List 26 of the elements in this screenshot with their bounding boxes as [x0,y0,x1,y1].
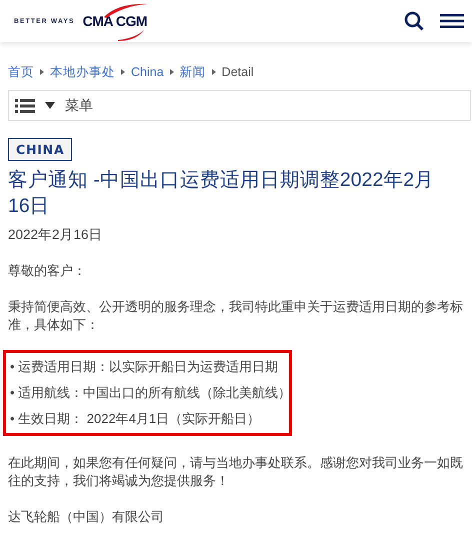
breadcrumb-separator-icon [40,69,44,75]
list-item: • 适用航线：中国出口的所有航线（除北美航线） [10,384,289,402]
menu-label: 菜单 [65,96,93,114]
breadcrumb-link[interactable]: China [131,65,164,79]
breadcrumb-separator-icon [121,69,125,75]
article-date: 2022年2月16日 [8,226,104,244]
list-item: • 生效日期： 2022年4月1日（实际开船日） [10,410,262,428]
paragraph: 在此期间，如果您有任何疑问，请与当地办事处联系。感谢您对我司业务一如既往的支持，我们将竭诚为您提供服务！ [8,454,464,490]
paragraph: 尊敬的客户： [8,262,87,280]
breadcrumb-separator-icon [212,69,216,75]
menu-dropdown[interactable]: 菜单 [8,90,471,121]
logo-brand[interactable]: CMA CGM [82,13,148,29]
breadcrumb-link[interactable]: 首页 [8,64,34,80]
list-item: • 运费适用日期：以实际开船日为运费适用日期 [10,358,280,376]
search-icon[interactable] [404,11,424,31]
article-title: 客户通知 -中国出口运费适用日期调整2022年2月16日 [8,168,436,219]
menu-icon[interactable] [440,14,464,28]
list-icon [15,98,35,112]
breadcrumb-separator-icon [170,69,174,75]
caret-icon [45,102,55,109]
paragraph: 达飞轮船（中国）有限公司 [8,508,165,526]
breadcrumb-link[interactable]: 本地办事处 [50,64,115,80]
breadcrumb-link[interactable]: 新闻 [180,64,206,80]
country-tag: CHINA [8,138,72,161]
paragraph: 秉持简便高效、公开透明的服务理念，我司特此重申关于运费适用日期的参考标准，具体如下： [8,298,464,334]
breadcrumb-current: Detail [222,65,254,79]
